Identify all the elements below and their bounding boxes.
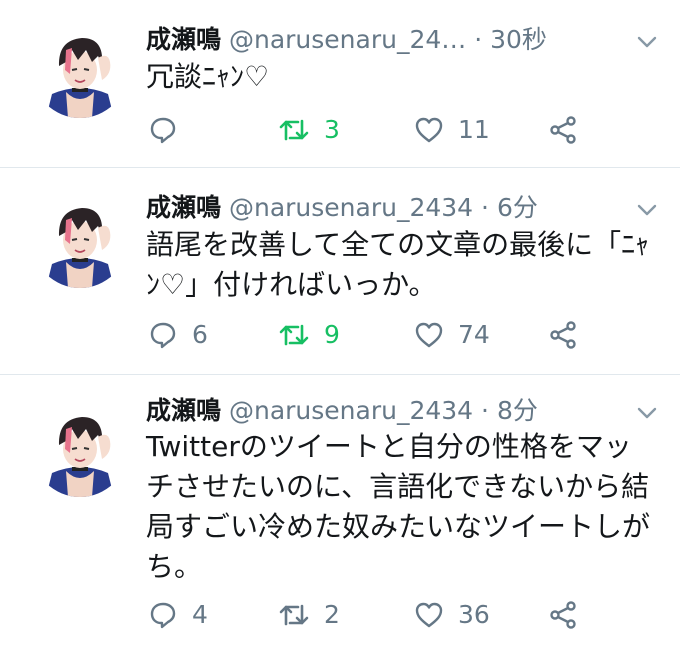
heart-icon	[414, 601, 444, 629]
heart-icon	[414, 116, 444, 144]
like-count: 36	[458, 600, 490, 629]
user-handle[interactable]: @narusenaru_2434	[229, 193, 473, 222]
tweet-text: Twitterのツイートと自分の性格をマッチさせたいのに、言語化できないから結局…	[146, 430, 651, 583]
share-button[interactable]	[548, 315, 578, 355]
reply-button[interactable]: 4	[148, 595, 208, 635]
reply-button[interactable]	[148, 110, 192, 150]
share-icon	[548, 115, 578, 145]
retweet-button[interactable]: 9	[278, 315, 340, 355]
retweet-icon	[278, 320, 310, 350]
timestamp[interactable]: 6分	[497, 193, 538, 222]
reply-count: 6	[192, 320, 208, 349]
chevron-down-icon[interactable]	[636, 34, 658, 48]
tweet-text: 冗談ﾆｬﾝ♡	[146, 60, 270, 93]
tweet-actions: 3 11	[146, 110, 646, 150]
retweet-button[interactable]: 3	[278, 110, 340, 150]
heart-icon	[414, 321, 444, 349]
header-separator: ·	[474, 25, 483, 54]
user-handle[interactable]: @narusenaru_24…	[229, 25, 466, 54]
reply-icon	[148, 115, 178, 145]
reply-icon	[148, 600, 178, 630]
display-name[interactable]: 成瀬鳴	[146, 396, 221, 425]
like-button[interactable]: 11	[414, 110, 490, 150]
timestamp[interactable]: 30秒	[490, 25, 547, 54]
retweet-count: 9	[324, 320, 340, 349]
tweet-header: 成瀬鳴 @narusenaru_2434 · 6分	[146, 190, 538, 226]
header-separator: ·	[481, 193, 489, 222]
retweet-button[interactable]: 2	[278, 595, 340, 635]
share-icon	[548, 320, 578, 350]
like-count: 11	[458, 115, 490, 144]
tweet[interactable]: 成瀬鳴 @narusenaru_2434 · 6分 語尾を改善して全ての文章の最…	[0, 168, 680, 374]
tweet[interactable]: 成瀬鳴 @narusenaru_24… · 30秒 冗談ﾆｬﾝ♡ 3 11	[0, 0, 680, 167]
retweet-count: 2	[324, 600, 340, 629]
timestamp[interactable]: 8分	[497, 396, 538, 425]
tweet-header: 成瀬鳴 @narusenaru_24… · 30秒	[146, 22, 547, 58]
retweet-icon	[278, 600, 310, 630]
reply-count: 4	[192, 600, 208, 629]
avatar[interactable]	[32, 22, 128, 118]
like-button[interactable]: 36	[414, 595, 490, 635]
share-button[interactable]	[548, 595, 578, 635]
share-icon	[548, 600, 578, 630]
tweet-text: 語尾を改善して全ての文章の最後に「ﾆｬﾝ♡」付ければいっか。	[146, 228, 650, 301]
chevron-down-icon[interactable]	[636, 202, 658, 216]
tweet-actions: 6 9 74	[146, 315, 646, 355]
share-button[interactable]	[548, 110, 578, 150]
tweet-header: 成瀬鳴 @narusenaru_2434 · 8分	[146, 393, 538, 429]
chevron-down-icon[interactable]	[636, 405, 658, 419]
retweet-count: 3	[324, 115, 340, 144]
avatar[interactable]	[32, 192, 128, 288]
reply-icon	[148, 320, 178, 350]
display-name[interactable]: 成瀬鳴	[146, 193, 221, 222]
retweet-icon	[278, 115, 310, 145]
avatar[interactable]	[32, 401, 128, 497]
like-button[interactable]: 74	[414, 315, 490, 355]
tweet-actions: 4 2 36	[146, 595, 646, 635]
tweet[interactable]: 成瀬鳴 @narusenaru_2434 · 8分 Twitterのツイートと自…	[0, 375, 680, 652]
reply-button[interactable]: 6	[148, 315, 208, 355]
header-separator: ·	[481, 396, 489, 425]
display-name[interactable]: 成瀬鳴	[146, 25, 221, 54]
like-count: 74	[458, 320, 490, 349]
user-handle[interactable]: @narusenaru_2434	[229, 396, 473, 425]
